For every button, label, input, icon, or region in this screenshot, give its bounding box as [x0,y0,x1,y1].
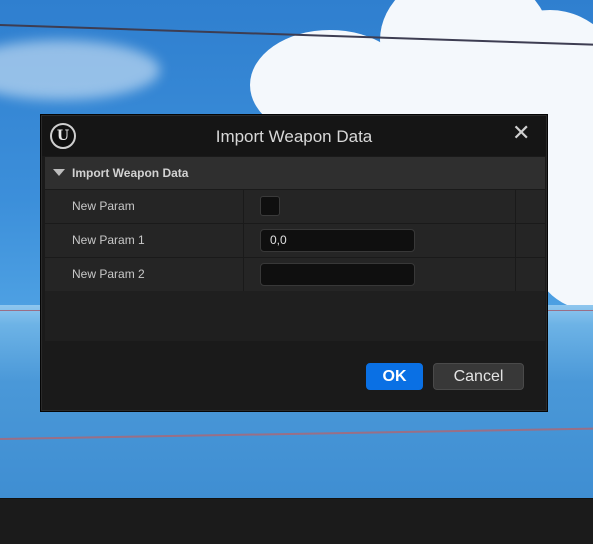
collapse-arrow-icon[interactable] [53,169,65,176]
column-divider[interactable] [243,224,244,257]
empty-details-area [45,291,545,341]
cancel-button[interactable]: Cancel [433,363,524,390]
dialog-footer: OK Cancel [42,341,546,410]
column-divider[interactable] [243,190,244,223]
section-label: Import Weapon Data [72,166,189,180]
new-param-2-input[interactable] [260,263,415,286]
column-divider [515,258,516,291]
new-param-checkbox[interactable] [260,196,280,216]
ok-button[interactable]: OK [366,363,423,390]
property-label: New Param [72,199,135,213]
details-panel: Import Weapon Data New Param New Param 1… [45,157,545,341]
dialog-title: Import Weapon Data [215,127,373,146]
section-header[interactable]: Import Weapon Data [45,157,545,190]
import-weapon-data-dialog: U Import Weapon Data ✕ Import Weapon Dat… [40,114,548,412]
column-divider [515,224,516,257]
close-icon[interactable]: ✕ [512,122,530,144]
property-label: New Param 1 [72,233,145,247]
property-label: New Param 2 [72,267,145,281]
property-row-new-param: New Param [45,190,545,224]
column-divider [515,190,516,223]
column-divider[interactable] [243,258,244,291]
property-row-new-param-2: New Param 2 [45,258,545,292]
dialog-titlebar[interactable]: U Import Weapon Data ✕ [42,116,546,156]
new-param-1-input[interactable]: 0,0 [260,229,415,252]
property-row-new-param-1: New Param 1 0,0 [45,224,545,258]
editor-bottom-bar [0,498,593,544]
